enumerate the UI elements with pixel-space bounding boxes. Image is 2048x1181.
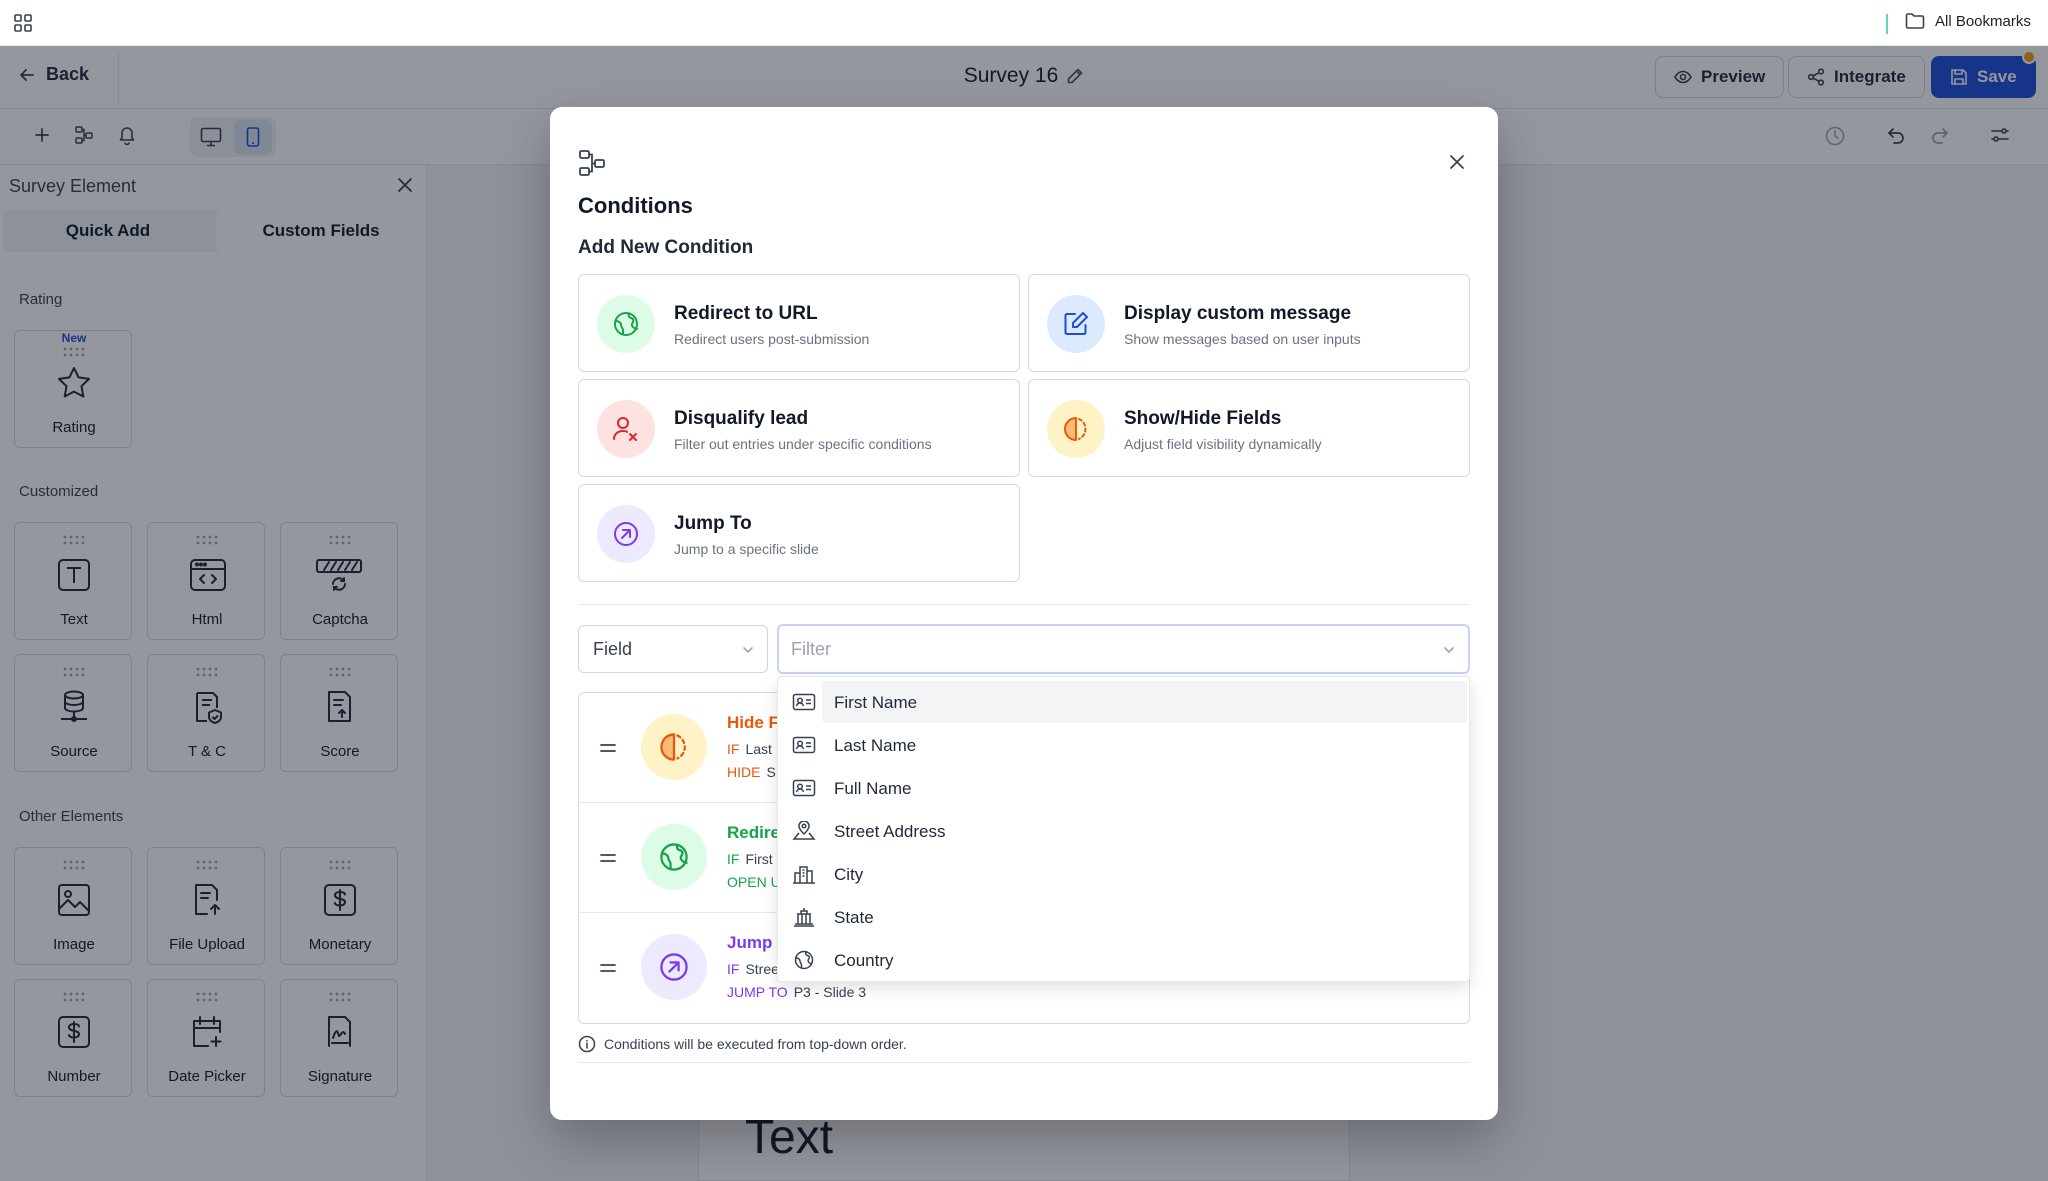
bookmarks-separator (1886, 14, 1888, 34)
dropdown-item-state[interactable]: State (782, 896, 1467, 938)
close-icon[interactable] (1448, 153, 1466, 171)
dropdown-item-label: City (834, 865, 864, 884)
all-bookmarks-label: All Bookmarks (1935, 12, 2031, 30)
user-x-icon (597, 400, 655, 458)
chevron-down-icon (1442, 643, 1456, 657)
visibility-toggle-icon (1047, 400, 1105, 458)
condition-card-disqualify-lead[interactable]: Disqualify lead Filter out entries under… (578, 379, 1020, 477)
edit-message-icon (1047, 295, 1105, 353)
folder-icon (1905, 12, 1925, 30)
card-description: Redirect users post-submission (674, 331, 870, 347)
condition-action-line: JUMP TO P3 - Slide 3 (727, 984, 867, 1000)
condition-title: Redire (727, 823, 780, 842)
dropdown-item-label: First Name (834, 693, 918, 712)
dropdown-item-label: Street Address (834, 822, 946, 841)
card-description: Adjust field visibility dynamically (1124, 436, 1322, 452)
chevron-down-icon (741, 643, 755, 657)
card-title: Redirect to URL (674, 303, 818, 324)
condition-card-show-hide-fields[interactable]: Show/Hide Fields Adjust field visibility… (1028, 379, 1470, 477)
drag-handle-icon[interactable] (599, 963, 617, 973)
card-description: Filter out entries under specific condit… (674, 436, 932, 452)
card-title: Show/Hide Fields (1124, 408, 1282, 429)
field-dropdown-menu: First Name Last Name Full Name Street Ad… (777, 676, 1470, 982)
dropdown-item-label: Last Name (834, 736, 917, 755)
apps-grid-icon[interactable] (14, 14, 32, 32)
modal-divider (578, 604, 1470, 605)
field-type-select[interactable]: Field (578, 625, 768, 673)
dropdown-item-street-address[interactable]: Street Address (782, 810, 1467, 852)
map-pin-icon (792, 821, 816, 841)
globe-icon (792, 950, 816, 970)
condition-title: Hide F (727, 713, 779, 732)
bookmarks-bar: All Bookmarks (0, 0, 2048, 46)
modal-subtitle: Add New Condition (578, 237, 754, 258)
globe-icon (597, 295, 655, 353)
city-icon (792, 864, 816, 884)
building-columns-icon (792, 907, 816, 927)
card-description: Show messages based on user inputs (1124, 331, 1361, 347)
filter-placeholder: Filter (791, 638, 831, 659)
dropdown-item-country[interactable]: Country (782, 939, 1467, 981)
footnote-text: Conditions will be executed from top-dow… (604, 1036, 907, 1052)
card-description: Jump to a specific slide (674, 541, 819, 557)
drag-handle-icon[interactable] (599, 853, 617, 863)
highlight-background (822, 681, 1467, 723)
dropdown-item-first-name[interactable]: First Name (782, 681, 1467, 723)
card-title: Jump To (674, 513, 752, 534)
card-title: Disqualify lead (674, 408, 809, 429)
arrow-up-right-circle-icon (597, 505, 655, 563)
condition-if-line: IF Last I (727, 741, 780, 757)
condition-if-line: IF Stree (727, 961, 779, 977)
drag-handle-icon[interactable] (599, 743, 617, 753)
field-select-value: Field (593, 638, 633, 659)
info-icon (578, 1035, 596, 1053)
dropdown-item-label: Full Name (834, 779, 912, 798)
arrow-up-right-circle-icon (641, 934, 707, 1000)
modal-bottom-divider (578, 1062, 1470, 1063)
condition-if-line: IF First (727, 851, 773, 867)
condition-card-custom-message[interactable]: Display custom message Show messages bas… (1028, 274, 1470, 372)
id-card-icon (792, 778, 816, 798)
dropdown-item-label: State (834, 908, 874, 927)
globe-icon (641, 824, 707, 890)
filter-select[interactable]: Filter (777, 624, 1470, 674)
condition-card-redirect-url[interactable]: Redirect to URL Redirect users post-subm… (578, 274, 1020, 372)
dropdown-item-label: Country (834, 951, 894, 970)
execution-order-note: Conditions will be executed from top-dow… (578, 1035, 907, 1053)
modal-title: Conditions (578, 193, 693, 218)
dropdown-item-last-name[interactable]: Last Name (782, 724, 1467, 766)
condition-card-jump-to[interactable]: Jump To Jump to a specific slide (578, 484, 1020, 582)
condition-action-line: HIDE S (727, 764, 776, 780)
all-bookmarks-button[interactable]: All Bookmarks (1905, 12, 2031, 30)
conditions-icon (578, 149, 606, 177)
visibility-toggle-icon (641, 714, 707, 780)
dropdown-item-city[interactable]: City (782, 853, 1467, 895)
id-card-icon (792, 735, 816, 755)
id-card-icon (792, 692, 816, 712)
card-title: Display custom message (1124, 303, 1352, 324)
dropdown-item-full-name[interactable]: Full Name (782, 767, 1467, 809)
